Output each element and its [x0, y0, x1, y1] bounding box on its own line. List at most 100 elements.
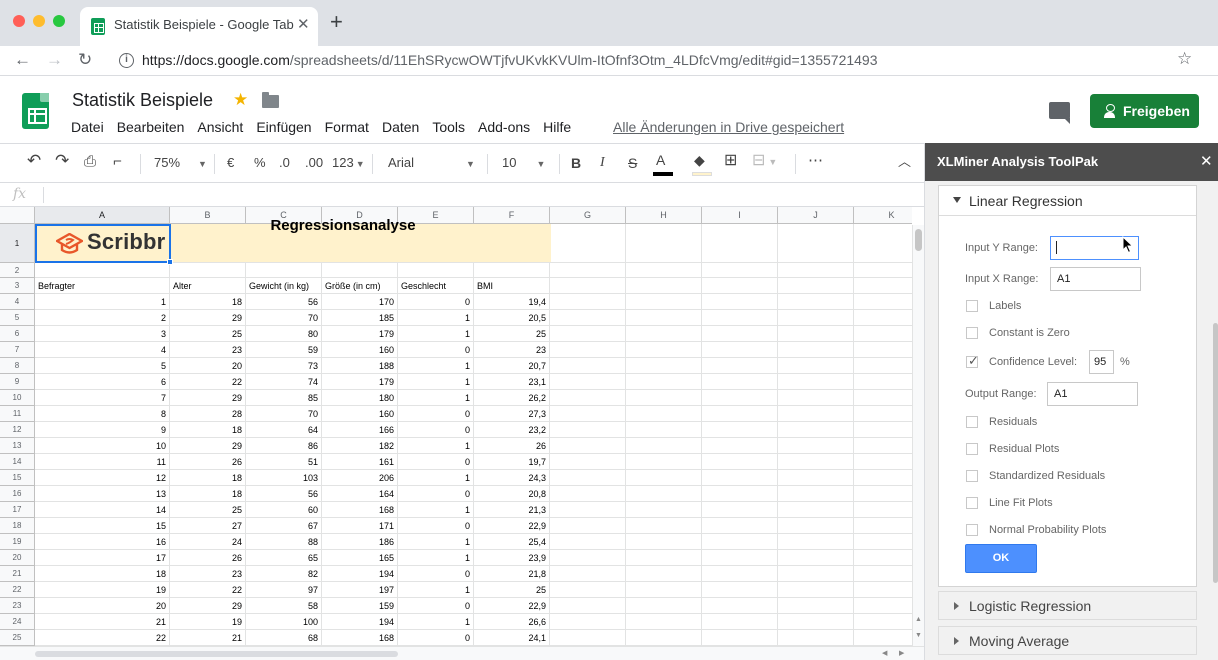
- data-cell[interactable]: 18: [170, 294, 246, 310]
- column-label-cell[interactable]: Befragter: [35, 278, 170, 294]
- cell[interactable]: [550, 294, 626, 310]
- data-cell[interactable]: 23,2: [474, 422, 550, 438]
- cell[interactable]: [626, 294, 702, 310]
- data-cell[interactable]: 1: [398, 438, 474, 454]
- scroll-up-icon[interactable]: ▲: [915, 616, 922, 623]
- data-cell[interactable]: 100: [246, 614, 322, 630]
- menu-hilfe[interactable]: Hilfe: [543, 119, 571, 137]
- row-header[interactable]: 25: [0, 630, 35, 646]
- cell[interactable]: [778, 534, 854, 550]
- paint-format-icon[interactable]: ⌐: [113, 153, 122, 171]
- cell[interactable]: [322, 263, 398, 278]
- row-header[interactable]: 15: [0, 470, 35, 486]
- data-cell[interactable]: 24,1: [474, 630, 550, 646]
- data-cell[interactable]: 26,6: [474, 614, 550, 630]
- data-cell[interactable]: 0: [398, 598, 474, 614]
- cell[interactable]: [702, 263, 778, 278]
- data-cell[interactable]: 20,5: [474, 310, 550, 326]
- input-x-range-field[interactable]: [1050, 267, 1141, 291]
- data-cell[interactable]: 0: [398, 422, 474, 438]
- row-header[interactable]: 1: [0, 224, 35, 263]
- cell[interactable]: [778, 470, 854, 486]
- cell[interactable]: [550, 406, 626, 422]
- cell[interactable]: [778, 224, 854, 263]
- data-cell[interactable]: 58: [246, 598, 322, 614]
- cell[interactable]: [702, 406, 778, 422]
- cell[interactable]: [778, 566, 854, 582]
- bookmark-star-icon[interactable]: ☆: [1177, 49, 1192, 69]
- data-cell[interactable]: 171: [322, 518, 398, 534]
- comment-icon[interactable]: [1049, 102, 1070, 124]
- menu-bearbeiten[interactable]: Bearbeiten: [117, 119, 185, 137]
- increase-decimals-button[interactable]: .00: [305, 154, 323, 172]
- data-cell[interactable]: 168: [322, 502, 398, 518]
- data-cell[interactable]: 21,3: [474, 502, 550, 518]
- cell[interactable]: [778, 502, 854, 518]
- data-cell[interactable]: 194: [322, 614, 398, 630]
- scroll-left-icon[interactable]: ◀: [882, 649, 887, 657]
- cell[interactable]: [778, 454, 854, 470]
- scroll-down-icon[interactable]: ▼: [915, 632, 922, 639]
- currency-format-button[interactable]: €: [227, 154, 234, 172]
- cell[interactable]: [550, 502, 626, 518]
- cell[interactable]: [626, 598, 702, 614]
- data-cell[interactable]: 103: [246, 470, 322, 486]
- data-cell[interactable]: 1: [398, 326, 474, 342]
- cell[interactable]: [854, 630, 912, 646]
- cell[interactable]: [854, 470, 912, 486]
- data-cell[interactable]: 10: [35, 438, 170, 454]
- cell[interactable]: [854, 550, 912, 566]
- cell[interactable]: [626, 374, 702, 390]
- cell[interactable]: [550, 342, 626, 358]
- data-cell[interactable]: 67: [246, 518, 322, 534]
- saved-status-link[interactable]: Alle Änderungen in Drive gespeichert: [613, 119, 844, 135]
- text-color-button[interactable]: A: [656, 151, 665, 169]
- data-cell[interactable]: 19,4: [474, 294, 550, 310]
- data-cell[interactable]: 26: [170, 454, 246, 470]
- cell[interactable]: [778, 263, 854, 278]
- cell[interactable]: [778, 278, 854, 294]
- data-cell[interactable]: 180: [322, 390, 398, 406]
- data-cell[interactable]: 170: [322, 294, 398, 310]
- data-cell[interactable]: 18: [170, 470, 246, 486]
- data-cell[interactable]: 70: [246, 406, 322, 422]
- data-cell[interactable]: 16: [35, 534, 170, 550]
- cell[interactable]: [854, 390, 912, 406]
- cell[interactable]: [550, 582, 626, 598]
- cell[interactable]: [550, 470, 626, 486]
- cell[interactable]: [550, 374, 626, 390]
- data-cell[interactable]: 179: [322, 326, 398, 342]
- column-header-j[interactable]: J: [778, 207, 854, 224]
- cell[interactable]: [778, 326, 854, 342]
- cell[interactable]: [550, 278, 626, 294]
- cell[interactable]: [550, 534, 626, 550]
- output-range-field[interactable]: [1047, 382, 1138, 406]
- row-header[interactable]: 9: [0, 374, 35, 390]
- row-header[interactable]: 24: [0, 614, 35, 630]
- data-cell[interactable]: 25: [170, 502, 246, 518]
- cell[interactable]: [702, 566, 778, 582]
- cell[interactable]: [626, 518, 702, 534]
- vertical-scroll-thumb[interactable]: [915, 229, 922, 251]
- data-cell[interactable]: 8: [35, 406, 170, 422]
- percent-format-button[interactable]: %: [254, 154, 266, 172]
- cell[interactable]: [702, 454, 778, 470]
- decrease-decimals-button[interactable]: .0: [279, 154, 290, 172]
- zoom-select[interactable]: 75% ▼: [154, 154, 207, 173]
- horizontal-scroll-thumb[interactable]: [35, 651, 398, 657]
- cell[interactable]: [702, 630, 778, 646]
- row-header[interactable]: 17: [0, 502, 35, 518]
- data-cell[interactable]: 1: [398, 310, 474, 326]
- data-cell[interactable]: 1: [398, 390, 474, 406]
- data-cell[interactable]: 182: [322, 438, 398, 454]
- cell[interactable]: [626, 390, 702, 406]
- row-header[interactable]: 21: [0, 566, 35, 582]
- data-cell[interactable]: 20: [170, 358, 246, 374]
- scroll-right-icon[interactable]: ▶: [899, 649, 904, 657]
- cell[interactable]: [702, 326, 778, 342]
- cell[interactable]: [778, 342, 854, 358]
- cell[interactable]: [626, 582, 702, 598]
- cell[interactable]: [778, 518, 854, 534]
- data-cell[interactable]: 0: [398, 566, 474, 582]
- column-header-a[interactable]: A: [35, 207, 170, 224]
